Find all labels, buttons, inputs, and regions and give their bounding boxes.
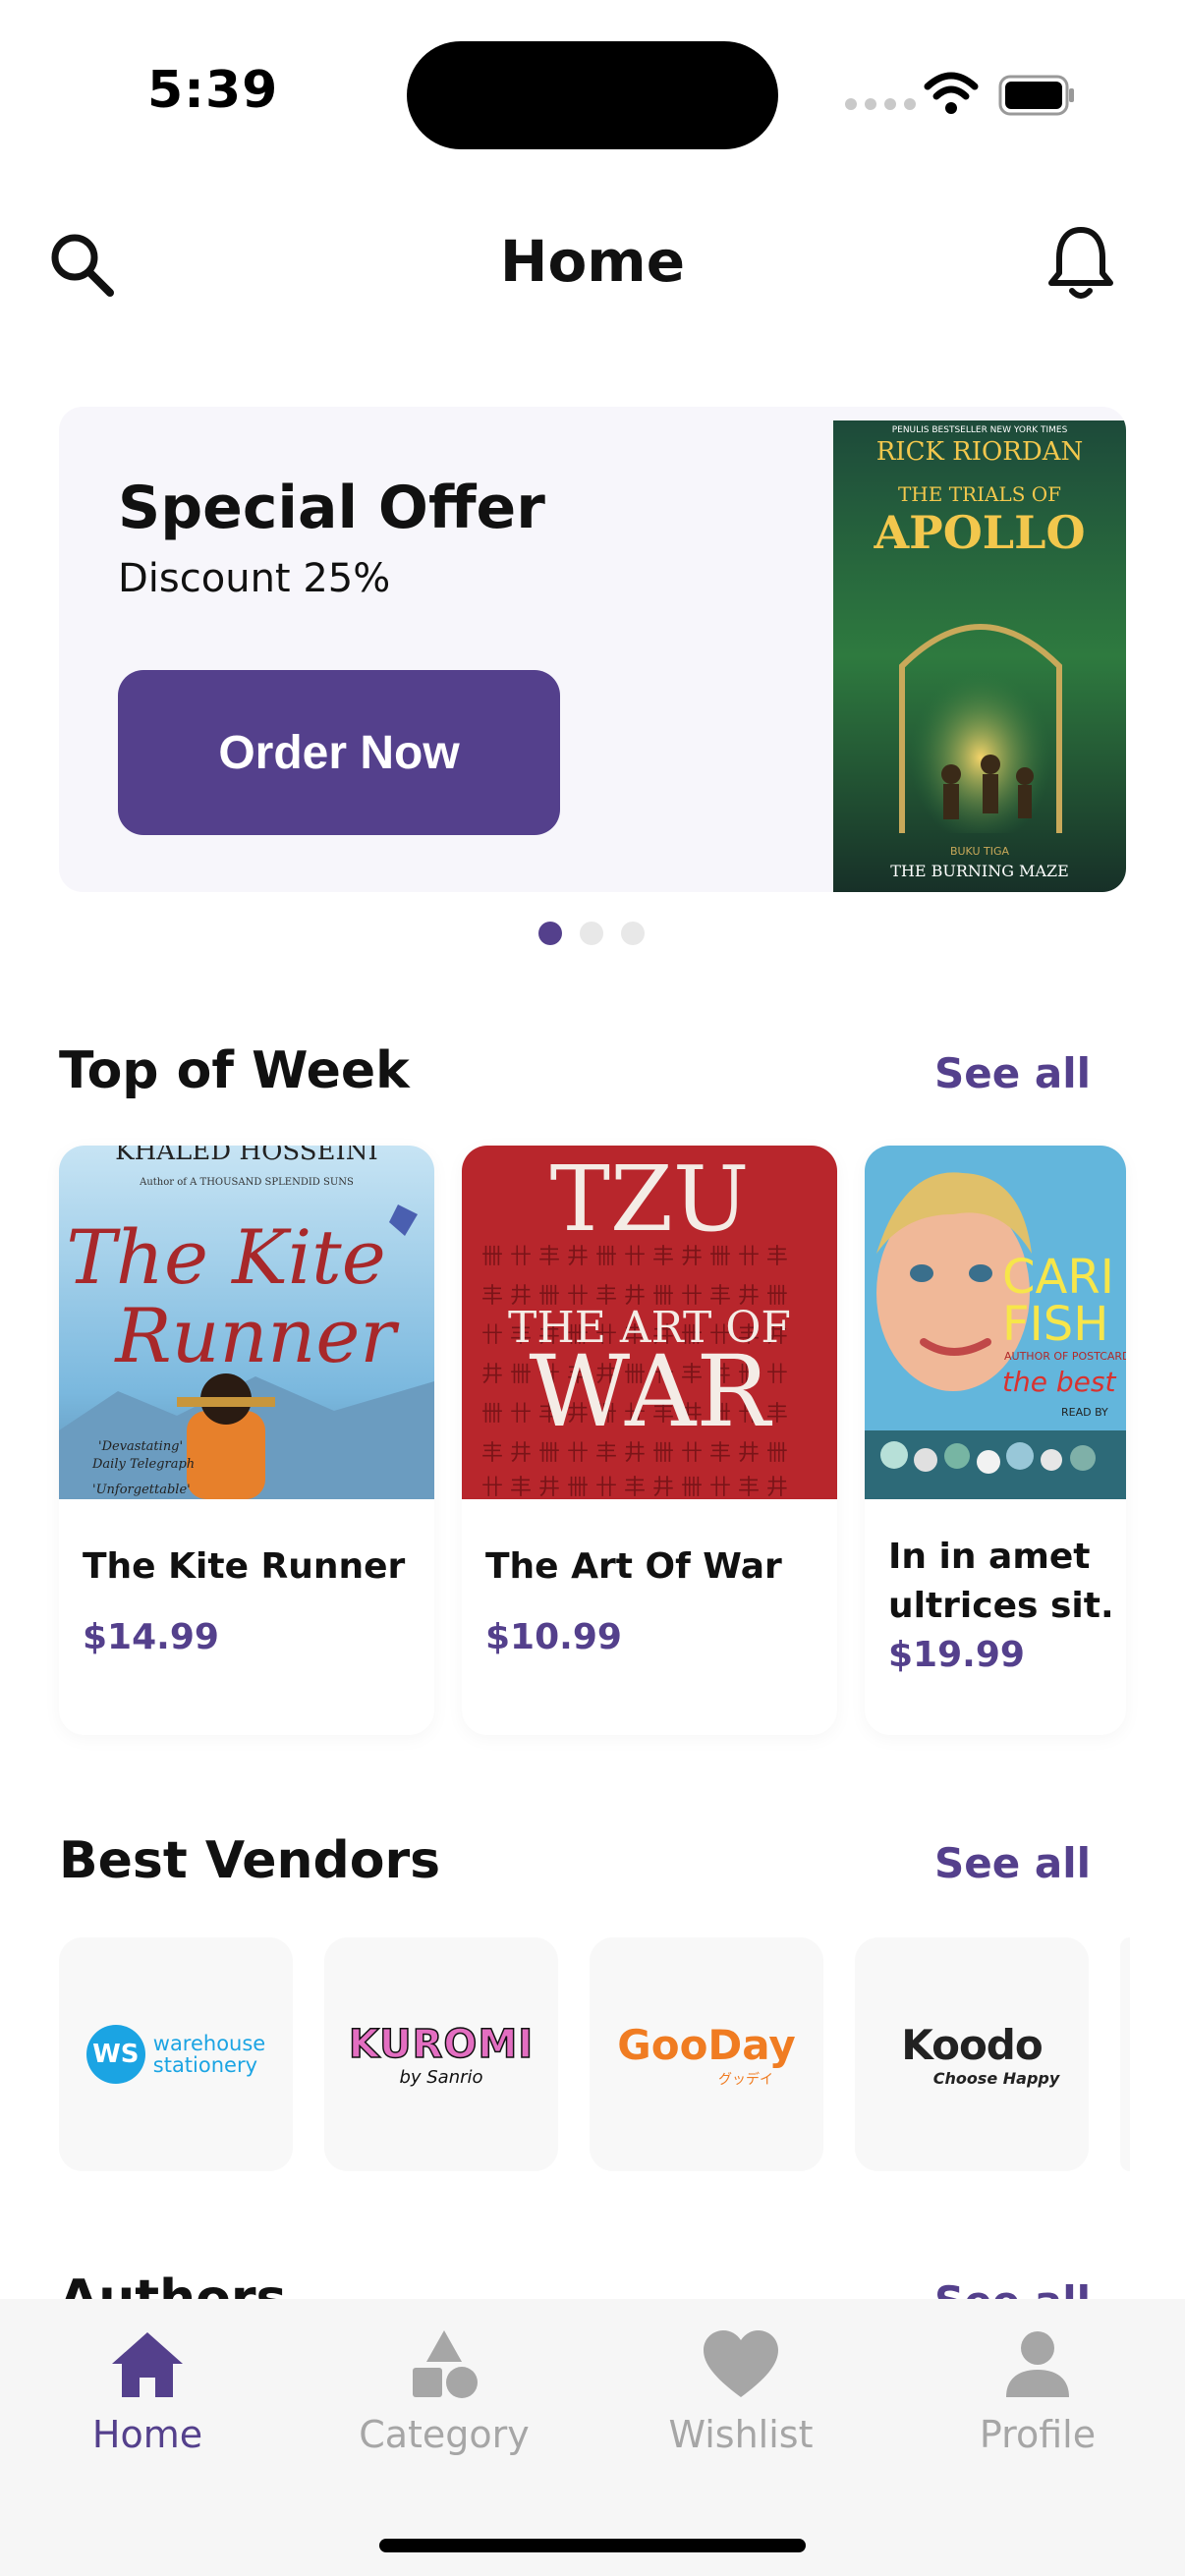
cover-tagline: Author of A THOUSAND SPLENDID SUNS — [139, 1177, 354, 1188]
book-cover: 卌 卄 丰 井 卌 卄 丰 井 卌 卄 丰 丰 井 卌 卄 丰 井 卌 卄 丰 … — [462, 1146, 837, 1499]
category-icon — [413, 2330, 478, 2398]
cover-author: KHALED HOSSEINI — [115, 1146, 378, 1166]
cover-read-by: READ BY — [1061, 1406, 1108, 1419]
cover-line-1: The Kite — [66, 1213, 385, 1301]
warehouse-stationery-logo: WS warehouse stationery — [85, 2025, 265, 2084]
home-icon — [112, 2332, 183, 2397]
wifi-icon — [924, 72, 979, 114]
banner-book-cover[interactable]: PENULIS BESTSELLER NEW YORK TIMES RICK R… — [833, 420, 1126, 892]
section-title-best-vendors: Best Vendors — [59, 1831, 441, 1890]
battery-icon — [998, 75, 1074, 116]
book-cover: KHALED HOSSEINI Author of A THOUSAND SPL… — [59, 1146, 434, 1499]
heart-icon — [704, 2330, 778, 2397]
cover-quote-2: Daily Telegraph — [91, 1457, 195, 1472]
cover-author: RICK RIORDAN — [876, 437, 1084, 467]
book-card[interactable]: 卌 卄 丰 井 卌 卄 丰 井 卌 卄 丰 丰 井 卌 卄 丰 井 卌 卄 丰 … — [462, 1146, 837, 1735]
vendor-warehouse-stationery[interactable]: WS warehouse stationery — [59, 1937, 293, 2171]
dynamic-island — [407, 41, 778, 149]
book-card[interactable]: CARI FISH AUTHOR OF POSTCARDS the best R… — [865, 1146, 1126, 1735]
vendor-gooday[interactable]: GooDay グッデイ — [590, 1937, 823, 2171]
cover-series: THE TRIALS OF — [898, 482, 1061, 506]
vendor-card-partial[interactable] — [1120, 1937, 1130, 2171]
carousel-dot-2[interactable] — [580, 922, 603, 945]
cover-line-2: Runner — [113, 1292, 400, 1379]
cover-quote-1: 'Devastating' — [98, 1439, 183, 1454]
profile-icon — [1006, 2331, 1069, 2397]
home-indicator — [379, 2539, 806, 2552]
book-title: In in amet ultrices sit. — [888, 1537, 1114, 1626]
vendor-kuromi[interactable]: KUROMI by Sanrio — [324, 1937, 558, 2171]
cover-name: APOLLO — [873, 506, 1085, 559]
cover-tagline: AUTHOR OF POSTCARDS — [1004, 1350, 1126, 1363]
nav-home[interactable]: Home — [0, 2328, 295, 2456]
kuromi-logo: KUROMI by Sanrio — [348, 2021, 535, 2088]
nav-category[interactable]: Category — [297, 2328, 592, 2456]
svg-text:卄 丰 井 卌 卄 丰 井 卌 卄 丰 井: 卄 丰 井 卌 卄 丰 井 卌 卄 丰 井 — [481, 1476, 788, 1499]
bell-icon[interactable] — [1042, 222, 1120, 305]
book-title: The Art Of War — [485, 1546, 782, 1587]
carousel-pagination[interactable] — [538, 922, 645, 945]
nav-profile[interactable]: Profile — [890, 2328, 1185, 2456]
page-title: Home — [499, 228, 686, 295]
best-vendors-see-all-link[interactable]: See all — [934, 1839, 1091, 1887]
cellular-icon — [845, 98, 916, 110]
book-price: $10.99 — [485, 1617, 622, 1657]
koodo-logo: Koodo Choose Happy — [901, 2021, 1060, 2088]
cover-subtitle: THE BURNING MAZE — [890, 862, 1069, 880]
cover-top: TZU — [550, 1147, 750, 1252]
nav-profile-label: Profile — [979, 2413, 1097, 2456]
cover-line-2: WAR — [529, 1334, 772, 1449]
nav-home-label: Home — [91, 2413, 203, 2456]
gooday-logo: GooDay グッデイ — [617, 2020, 796, 2088]
carousel-dot-3[interactable] — [621, 922, 645, 945]
nav-wishlist[interactable]: Wishlist — [593, 2328, 888, 2456]
book-cover: CARI FISH AUTHOR OF POSTCARDS the best R… — [865, 1146, 1126, 1499]
status-time: 5:39 — [147, 61, 279, 120]
offer-subtitle: Discount 25% — [118, 556, 391, 601]
special-offer-banner[interactable]: Special Offer Discount 25% Order Now PEN… — [59, 407, 1126, 892]
top-of-week-see-all-link[interactable]: See all — [934, 1049, 1091, 1097]
carousel-dot-1[interactable] — [538, 922, 562, 945]
offer-title: Special Offer — [118, 474, 545, 542]
order-now-button[interactable]: Order Now — [118, 670, 560, 835]
nav-category-label: Category — [359, 2413, 530, 2456]
cover-top-line: PENULIS BESTSELLER NEW YORK TIMES — [892, 425, 1068, 435]
book-price: $14.99 — [83, 1617, 219, 1657]
cover-best: the best — [1002, 1366, 1116, 1398]
book-title: The Kite Runner — [83, 1546, 406, 1587]
vendor-koodo[interactable]: Koodo Choose Happy — [855, 1937, 1089, 2171]
book-card[interactable]: KHALED HOSSEINI Author of A THOUSAND SPL… — [59, 1146, 434, 1735]
cover-quote-3: 'Unforgettable' — [92, 1483, 191, 1497]
bottom-navigation: Home Category Wishlist Profile — [0, 2299, 1185, 2576]
nav-wishlist-label: Wishlist — [668, 2413, 814, 2456]
book-price: $19.99 — [888, 1635, 1025, 1675]
cover-name-2: FISH — [1002, 1297, 1108, 1352]
section-title-top-of-week: Top of Week — [59, 1041, 410, 1100]
cover-book-number: BUKU TIGA — [950, 845, 1010, 858]
